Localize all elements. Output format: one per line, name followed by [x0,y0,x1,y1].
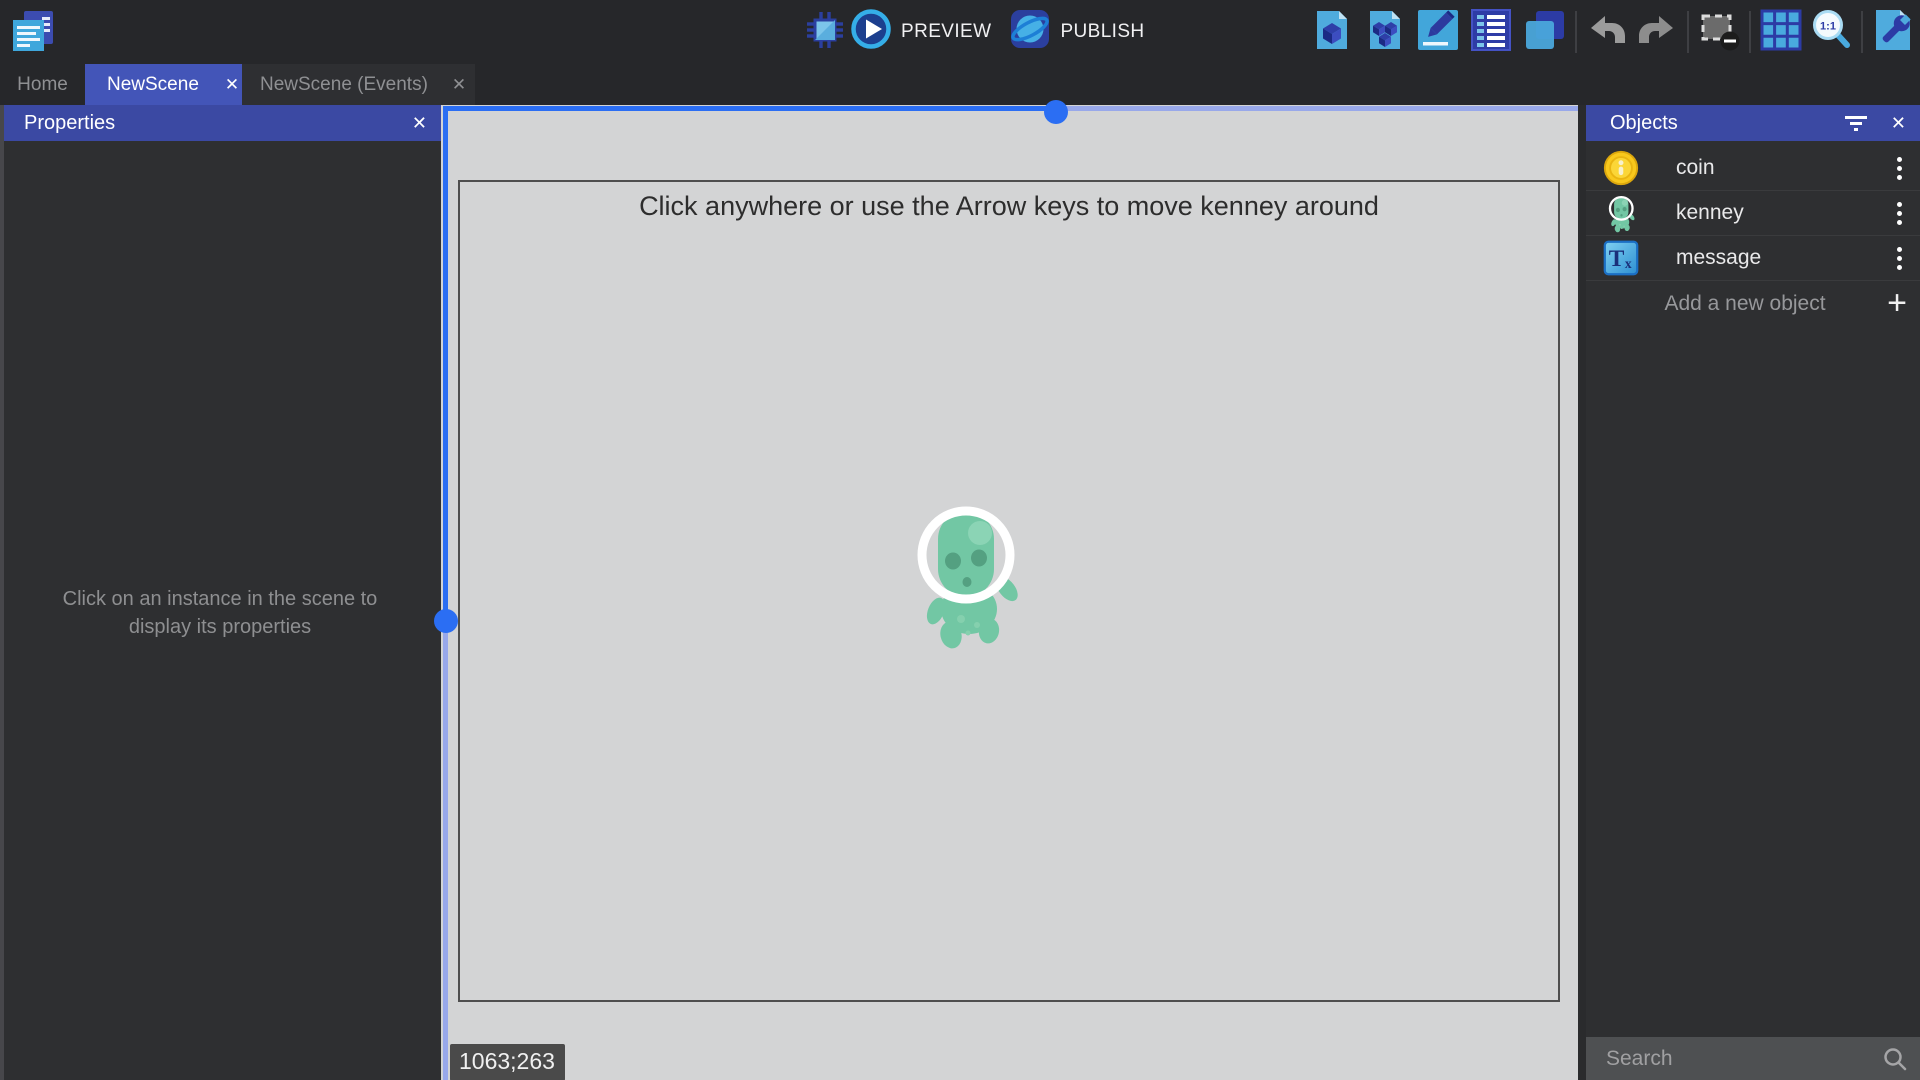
add-object-label: Add a new object [1586,292,1874,316]
properties-close-icon[interactable]: ✕ [412,105,427,141]
edit-scene-properties-button[interactable] [1411,6,1464,59]
svg-text:T: T [1609,246,1625,272]
publish-globe-icon [1009,8,1051,56]
tab-newscene-events[interactable]: NewScene (Events) ✕ [242,64,475,105]
layers-icon [1521,7,1567,58]
wrench-page-icon [1870,7,1916,58]
object-row-coin[interactable]: coin [1586,146,1920,191]
object-list: coin kenney [1586,146,1920,326]
text-object-icon: T x [1602,237,1640,279]
object-menu-dots-icon[interactable] [1893,243,1906,274]
tab-newscene-close-icon[interactable]: ✕ [225,75,239,95]
canvas-selection-left-line-light [443,622,448,1080]
search-icon [1882,1046,1908,1077]
toolbar-separator [1575,11,1577,53]
run-controls: PREVIEW PUBLISH [800,0,1145,64]
objects-panel: Objects ✕ c [1586,105,1920,1080]
undo-button[interactable] [1582,6,1632,59]
kenney-icon [1602,192,1640,234]
open-objects-editor-button[interactable] [1305,6,1358,59]
cursor-coordinates-badge: 1063;263 [450,1044,565,1080]
plus-icon: + [1874,284,1920,323]
zoom-original-button[interactable]: 1:1 [1806,6,1856,59]
editor-toolbar: 1:1 [1305,0,1918,64]
panel-divider[interactable] [1578,105,1586,1080]
scene-settings-button[interactable] [1868,6,1918,59]
tab-home-label: Home [17,74,68,96]
debug-button[interactable] [800,6,850,59]
toolbar-separator [1749,11,1751,53]
project-manager-button[interactable] [8,8,58,58]
preview-button[interactable]: PREVIEW [850,8,991,56]
properties-panel-header: Properties ✕ [0,105,441,141]
publish-button[interactable]: PUBLISH [1009,8,1144,56]
object-menu-dots-icon[interactable] [1893,198,1906,229]
object-label: kenney [1676,201,1893,225]
tab-newscene-events-close-icon[interactable]: ✕ [452,75,466,95]
zoom-one-to-one-icon: 1:1 [1808,7,1854,58]
add-object-button[interactable]: Add a new object + [1586,281,1920,326]
redo-button[interactable] [1632,6,1682,59]
coin-icon [1602,147,1640,189]
open-layers-editor-button[interactable] [1517,6,1570,59]
deselect-icon [1696,7,1742,58]
resize-handle-left[interactable] [434,609,458,633]
svg-text:x: x [1625,256,1632,271]
toolbar-separator [1861,11,1863,53]
gdevelop-window: PREVIEW PUBLISH [0,0,1920,1080]
preview-play-icon [850,8,892,56]
object-group-icon [1362,7,1408,58]
redo-icon [1635,8,1679,57]
open-instances-list-button[interactable] [1464,6,1517,59]
kenney-instance[interactable] [900,495,1030,655]
toolbar-separator [1687,11,1689,53]
properties-panel-title: Properties [24,112,115,135]
main-toolbar: PREVIEW PUBLISH [0,0,1920,64]
properties-panel: Properties ✕ Click on an instance in the… [0,105,441,1080]
object-icon [1309,7,1355,58]
objects-close-icon[interactable]: ✕ [1891,105,1906,141]
resize-handle-top[interactable] [1044,100,1068,124]
publish-label: PUBLISH [1060,21,1144,43]
objects-panel-title: Objects [1610,112,1678,135]
open-object-groups-editor-button[interactable] [1358,6,1411,59]
grid-icon [1758,7,1804,58]
object-label: message [1676,246,1893,270]
object-menu-dots-icon[interactable] [1893,153,1906,184]
scene-instruction-text: Click anywhere or use the Arrow keys to … [458,191,1560,222]
object-search-bar [1586,1037,1920,1080]
object-row-message[interactable]: T x message [1586,236,1920,281]
properties-empty-hint: Click on an instance in the scene to dis… [44,585,396,641]
edit-pencil-icon [1415,7,1461,58]
tab-newscene-label: NewScene [107,74,199,96]
preview-label: PREVIEW [901,21,991,43]
debug-icon [802,7,848,58]
filter-icon[interactable] [1844,105,1868,141]
editor-tabbar: Home NewScene ✕ NewScene (Events) ✕ [0,64,1920,105]
instances-list-icon [1468,7,1514,58]
scene-canvas[interactable]: Click anywhere or use the Arrow keys to … [441,105,1578,1080]
undo-icon [1585,8,1629,57]
toggle-grid-button[interactable] [1756,6,1806,59]
clear-selection-button[interactable] [1694,6,1744,59]
properties-scrollbar[interactable] [0,105,4,1080]
tab-newscene-events-label: NewScene (Events) [260,74,428,96]
svg-text:1:1: 1:1 [1820,20,1836,32]
canvas-selection-top-line [443,106,1056,111]
object-row-kenney[interactable]: kenney [1586,191,1920,236]
canvas-selection-top-line-light [1056,106,1578,111]
tab-home[interactable]: Home [0,64,85,105]
objects-panel-header: Objects ✕ [1586,105,1920,141]
tab-newscene[interactable]: NewScene ✕ [85,64,242,105]
object-search-input[interactable] [1586,1037,1920,1080]
object-label: coin [1676,156,1893,180]
project-manager-icon [10,8,56,59]
canvas-selection-left-line [443,106,448,622]
